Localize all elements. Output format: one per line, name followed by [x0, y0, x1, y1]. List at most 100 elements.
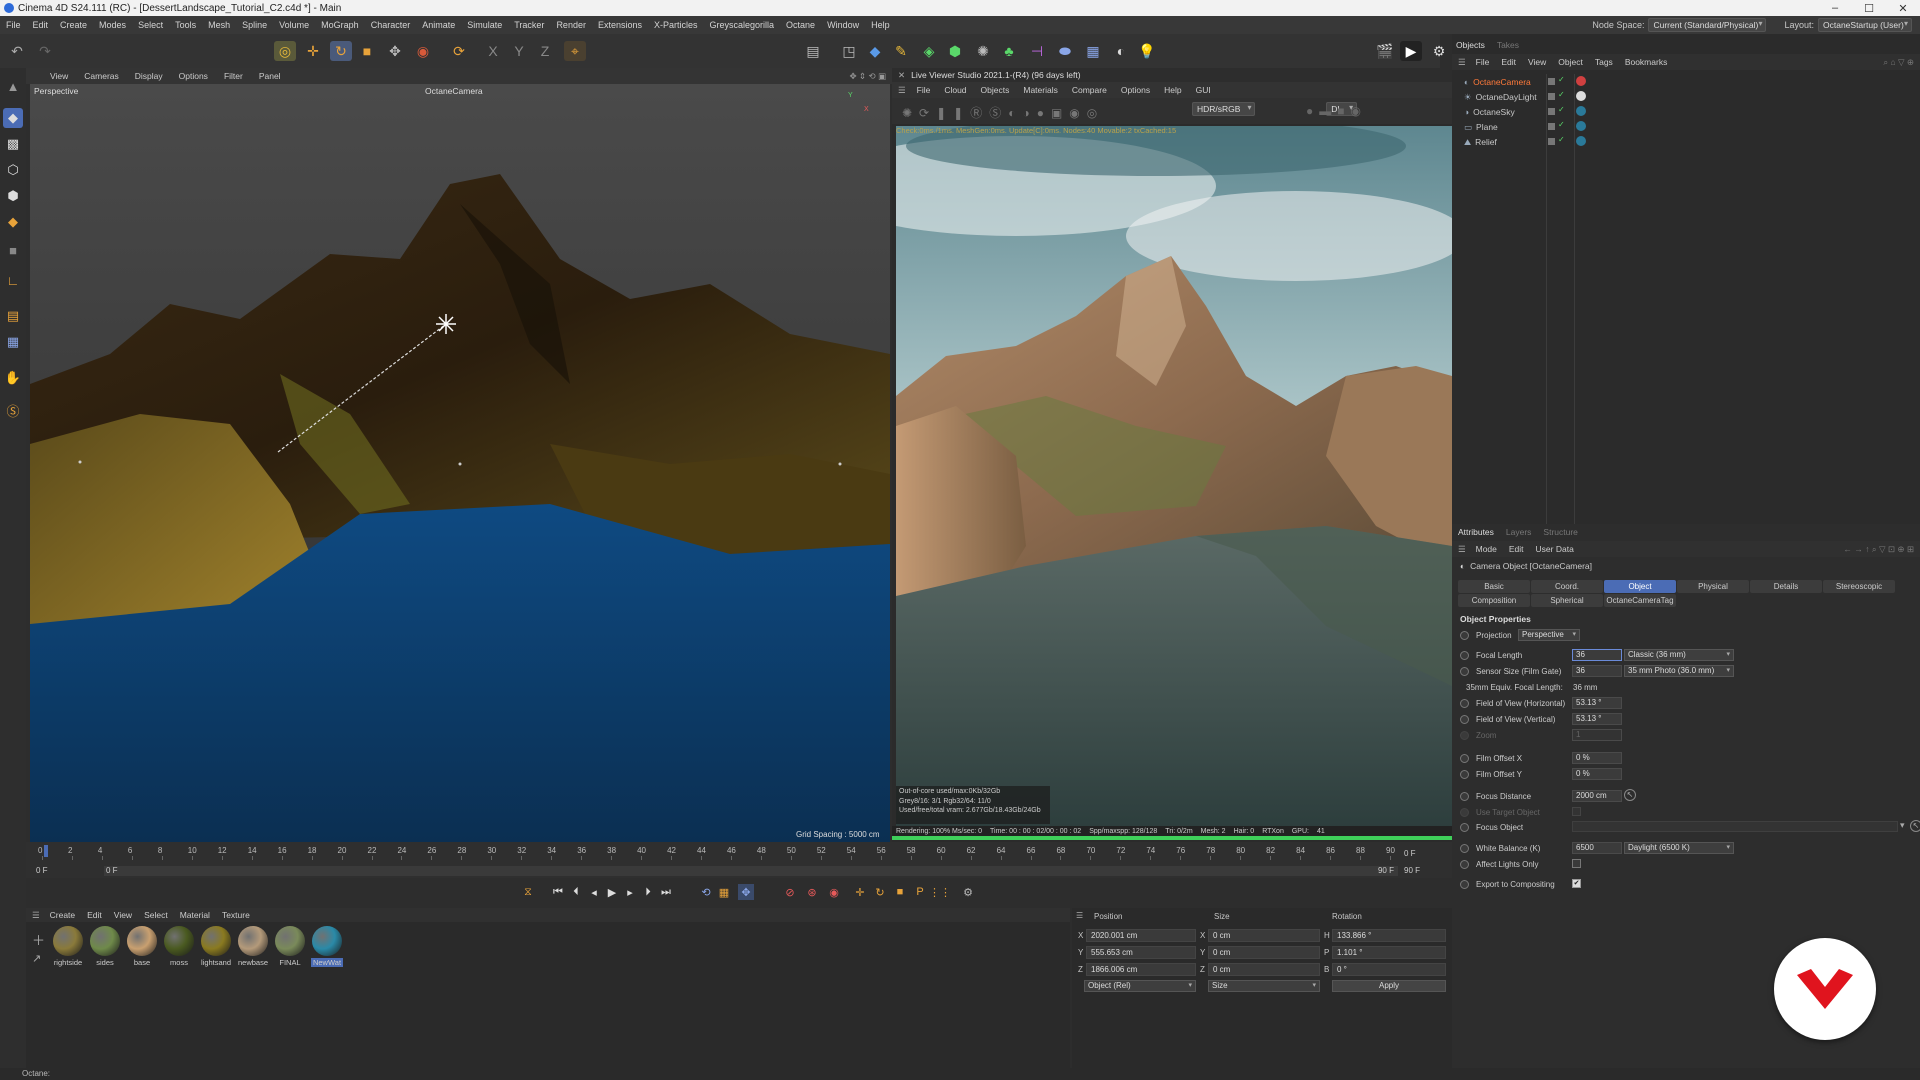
object-row[interactable]: ⛰ Relief ✓	[1464, 135, 1586, 149]
floor-icon[interactable]: ▦	[1082, 41, 1104, 61]
material-menu-edit[interactable]: Edit	[81, 910, 108, 920]
viewport-menu-display[interactable]: Display	[127, 71, 171, 81]
projection-dropdown[interactable]: Perspective	[1518, 629, 1580, 641]
tab-composition[interactable]: Composition	[1458, 594, 1530, 607]
object-tag-icon[interactable]	[1576, 76, 1586, 86]
brush-icon[interactable]: ✋	[3, 368, 23, 388]
keyframe-radio[interactable]	[1460, 666, 1469, 676]
object-menu-object[interactable]: Object	[1552, 57, 1589, 67]
record-icon[interactable]: ⊘	[782, 884, 798, 900]
menu-mograph[interactable]: MoGraph	[315, 20, 365, 30]
next-key-icon[interactable]: ⏵	[640, 884, 656, 900]
camera-icon[interactable]: ◐	[1110, 41, 1132, 61]
live-viewer-menu-gui[interactable]: GUI	[1189, 85, 1218, 95]
focus-object-link[interactable]	[1572, 821, 1898, 832]
object-row[interactable]: ◐ OctaneCamera ✓	[1464, 75, 1586, 89]
hamburger-icon[interactable]: ☰	[1076, 911, 1083, 920]
go-to-start-icon[interactable]: ⧖	[520, 884, 536, 900]
live-viewer-menu-help[interactable]: Help	[1157, 85, 1188, 95]
enabled-checkmark-icon[interactable]: ✓	[1558, 135, 1565, 144]
workplane-icon[interactable]: ▦	[3, 332, 23, 352]
object-search-icons[interactable]: ⌕ ⌂ ▽ ⊕	[1883, 57, 1914, 68]
menu-tracker[interactable]: Tracker	[508, 20, 550, 30]
tab-stereoscopic[interactable]: Stereoscopic	[1823, 580, 1895, 593]
position-input[interactable]: 1866.006 cm	[1086, 963, 1196, 976]
deformer-icon[interactable]: ✺	[972, 41, 994, 61]
tab-coord-[interactable]: Coord.	[1531, 580, 1603, 593]
tab-structure[interactable]: Structure	[1543, 527, 1578, 537]
render-control-icons[interactable]: ✺⟳❚❚ⓇⓈ◐◑●▣◉◎	[902, 104, 1104, 121]
object-menu-edit[interactable]: Edit	[1495, 57, 1522, 67]
object-row[interactable]: ◑ OctaneSky ✓	[1464, 105, 1586, 119]
enabled-checkmark-icon[interactable]: ✓	[1558, 105, 1565, 114]
playback-mode-icon[interactable]: ▦	[716, 884, 732, 900]
attribute-menu-user-data[interactable]: User Data	[1530, 544, 1580, 554]
tab-spherical[interactable]: Spherical	[1531, 594, 1603, 607]
material-menu-texture[interactable]: Texture	[216, 910, 256, 920]
menu-animate[interactable]: Animate	[416, 20, 461, 30]
material-menu-material[interactable]: Material	[174, 910, 216, 920]
live-selection-icon[interactable]: ◎	[274, 41, 296, 61]
keyframe-radio[interactable]	[1460, 879, 1469, 889]
viewer-extra-icons[interactable]: ●▬■◉	[1306, 104, 1367, 118]
keyframe-radio[interactable]	[1460, 650, 1469, 660]
visibility-toggle[interactable]	[1548, 123, 1555, 130]
menu-simulate[interactable]: Simulate	[461, 20, 508, 30]
menu-spline[interactable]: Spline	[236, 20, 273, 30]
material-swatch[interactable]: newbase	[237, 926, 269, 967]
mograph-icon[interactable]: ♣	[998, 41, 1020, 61]
live-viewer-menu-cloud[interactable]: Cloud	[937, 85, 973, 95]
menu-window[interactable]: Window	[821, 20, 865, 30]
menu-greyscalegorilla[interactable]: Greyscalegorilla	[704, 20, 781, 30]
material-swatch[interactable]: rightside	[52, 926, 84, 967]
enabled-checkmark-icon[interactable]: ✓	[1558, 90, 1565, 99]
sculpt-icon[interactable]: Ⓢ	[3, 400, 23, 420]
focal-length-input[interactable]: 36	[1572, 649, 1622, 661]
menu-create[interactable]: Create	[54, 20, 93, 30]
coordinate-system-icon[interactable]: ⌖	[564, 41, 586, 61]
move-icon[interactable]: ✛	[302, 41, 324, 61]
end-frame-field[interactable]: 90 F	[1404, 866, 1420, 875]
white-balance-preset-dropdown[interactable]: Daylight (6500 K)	[1624, 842, 1734, 854]
object-tag-icon[interactable]	[1576, 91, 1586, 101]
start-frame-field[interactable]: 0 F	[36, 866, 48, 875]
menu-select[interactable]: Select	[132, 20, 169, 30]
tab-object[interactable]: Object	[1604, 580, 1676, 593]
size-input[interactable]: 0 cm	[1208, 929, 1320, 942]
attribute-nav-icons[interactable]: ← → ↑ ⌕ ▽ ⊡ ⊕ ⊞	[1844, 544, 1914, 555]
position-input[interactable]: 555.653 cm	[1086, 946, 1196, 959]
motion-system-icon[interactable]: ⚙	[960, 884, 976, 900]
sensor-size-input[interactable]: 36	[1572, 665, 1622, 677]
focal-preset-dropdown[interactable]: Classic (36 mm)	[1624, 649, 1734, 661]
object-menu-view[interactable]: View	[1522, 57, 1552, 67]
material-arrow-icon[interactable]: ↗	[32, 952, 41, 965]
sensor-preset-dropdown[interactable]: 35 mm Photo (36.0 mm)	[1624, 665, 1734, 677]
rotate-icon[interactable]: ↻	[330, 41, 352, 61]
render-view-icon[interactable]: 🎬	[1374, 41, 1396, 61]
material-menu-view[interactable]: View	[108, 910, 138, 920]
key-param-icon[interactable]: P	[912, 884, 928, 900]
prev-key-icon[interactable]: ⏴	[568, 884, 584, 900]
tab-octanecameratag[interactable]: OctaneCameraTag	[1604, 594, 1676, 607]
keyframe-selection-icon[interactable]: ◉	[826, 884, 842, 900]
tab-physical[interactable]: Physical	[1677, 580, 1749, 593]
fov-vertical-input[interactable]: 53.13 °	[1572, 713, 1622, 725]
object-row[interactable]: ▭ Plane ✓	[1464, 120, 1586, 134]
menu-help[interactable]: Help	[865, 20, 896, 30]
viewport-menu-filter[interactable]: Filter	[216, 71, 251, 81]
points-mode-icon[interactable]: ⬡	[3, 160, 23, 180]
visibility-toggle[interactable]	[1548, 138, 1555, 145]
tab-attributes[interactable]: Attributes	[1458, 527, 1494, 537]
key-rotation-icon[interactable]: ↻	[872, 884, 888, 900]
key-position-icon[interactable]: ✛	[852, 884, 868, 900]
loop-icon[interactable]: ⟲	[698, 884, 714, 900]
texture-mode-icon[interactable]: ▩	[3, 134, 23, 154]
tab-layers[interactable]: Layers	[1506, 527, 1532, 537]
menu-file[interactable]: File	[0, 20, 27, 30]
render-preview[interactable]	[896, 126, 1452, 828]
viewport-menu-options[interactable]: Options	[171, 71, 216, 81]
export-compositing-checkbox[interactable]: ✔	[1572, 879, 1581, 888]
menu-extensions[interactable]: Extensions	[592, 20, 648, 30]
colorspace-dropdown[interactable]: HDR/sRGB	[1192, 102, 1256, 116]
z-axis-icon[interactable]: Z	[534, 41, 556, 61]
